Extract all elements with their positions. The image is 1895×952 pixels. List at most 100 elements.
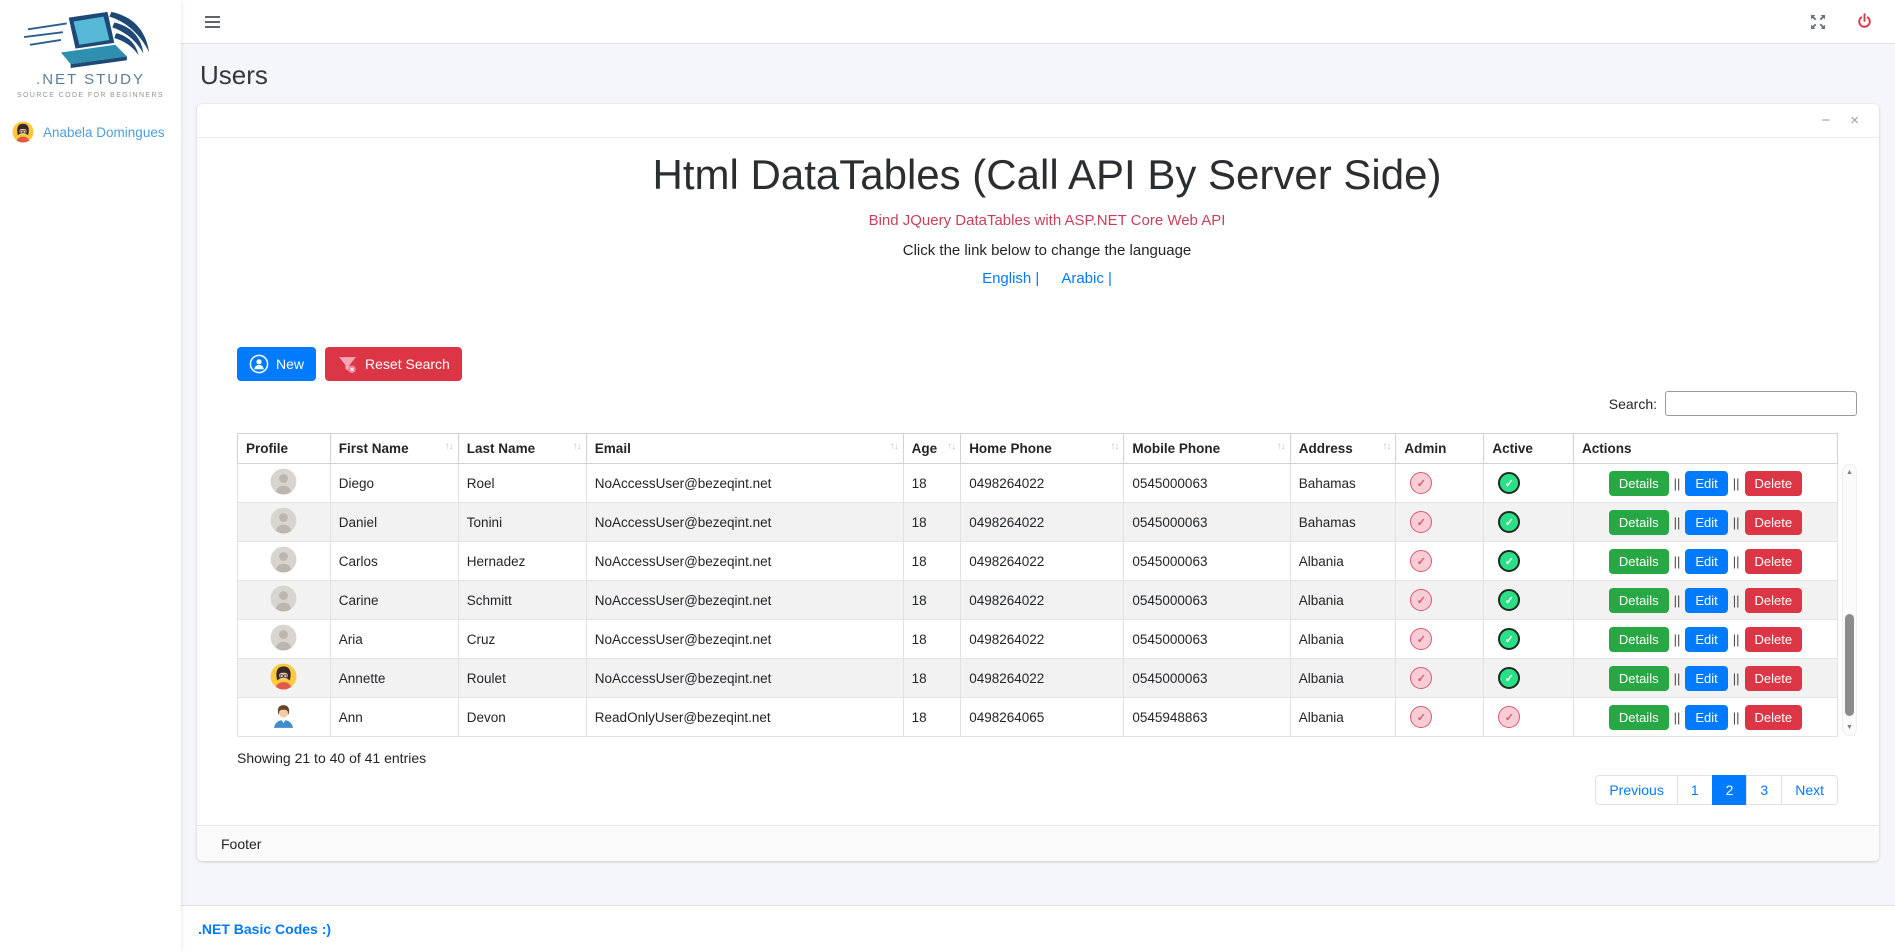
action-separator: || bbox=[1733, 476, 1740, 491]
datatable-subtitle: Bind JQuery DataTables with ASP.NET Core… bbox=[237, 212, 1857, 229]
cell-last-name: Schmitt bbox=[458, 581, 586, 620]
delete-button[interactable]: Delete bbox=[1745, 510, 1803, 535]
delete-button[interactable]: Delete bbox=[1745, 666, 1803, 691]
table-row: Carlos Hernadez NoAccessUser@bezeqint.ne… bbox=[238, 542, 1838, 581]
table-zone: ProfileFirst Name↑↓Last Name↑↓Email↑↓Age… bbox=[237, 433, 1857, 737]
column-header-address[interactable]: Address↑↓ bbox=[1290, 434, 1396, 464]
cell-active: ✓ bbox=[1484, 581, 1574, 620]
table-row: Daniel Tonini NoAccessUser@bezeqint.net … bbox=[238, 503, 1838, 542]
cell-home-phone: 0498264022 bbox=[961, 542, 1124, 581]
delete-button[interactable]: Delete bbox=[1745, 588, 1803, 613]
cell-home-phone: 0498264022 bbox=[961, 464, 1124, 503]
cell-mobile-phone: 0545000063 bbox=[1124, 659, 1290, 698]
card-footer-text: Footer bbox=[221, 836, 261, 852]
column-header-last-name[interactable]: Last Name↑↓ bbox=[458, 434, 586, 464]
delete-button[interactable]: Delete bbox=[1745, 705, 1803, 730]
details-button[interactable]: Details bbox=[1609, 471, 1669, 496]
details-button[interactable]: Details bbox=[1609, 627, 1669, 652]
edit-button[interactable]: Edit bbox=[1685, 510, 1727, 535]
details-button[interactable]: Details bbox=[1609, 705, 1669, 730]
column-header-first-name[interactable]: First Name↑↓ bbox=[330, 434, 458, 464]
edit-button[interactable]: Edit bbox=[1685, 666, 1727, 691]
column-header-profile: Profile bbox=[238, 434, 331, 464]
column-header-active: Active bbox=[1484, 434, 1574, 464]
sort-icon: ↑↓ bbox=[890, 441, 898, 452]
delete-button[interactable]: Delete bbox=[1745, 627, 1803, 652]
column-header-home-phone[interactable]: Home Phone↑↓ bbox=[961, 434, 1124, 464]
footer-link[interactable]: .NET Basic Codes :) bbox=[198, 921, 331, 937]
cell-profile bbox=[238, 698, 331, 737]
scroll-thumb[interactable] bbox=[1845, 614, 1854, 717]
cell-home-phone: 0498264065 bbox=[961, 698, 1124, 737]
close-button[interactable]: × bbox=[1850, 113, 1859, 128]
laptop-logo-icon bbox=[16, 6, 166, 70]
action-separator: || bbox=[1674, 593, 1681, 608]
edit-button[interactable]: Edit bbox=[1685, 627, 1727, 652]
cell-last-name: Hernadez bbox=[458, 542, 586, 581]
delete-button[interactable]: Delete bbox=[1745, 471, 1803, 496]
cell-actions: Details||Edit||Delete bbox=[1573, 503, 1837, 542]
language-link-arabic-[interactable]: Arabic | bbox=[1061, 270, 1112, 287]
new-button[interactable]: New bbox=[237, 347, 316, 381]
language-link-english-[interactable]: English | bbox=[982, 270, 1039, 287]
page-button-1[interactable]: 1 bbox=[1677, 775, 1713, 805]
scroll-up-icon[interactable]: ▲ bbox=[1843, 469, 1856, 476]
logo-title: .NET STUDY bbox=[8, 71, 173, 88]
scroll-down-icon[interactable]: ▼ bbox=[1843, 724, 1856, 731]
app-root: .NET STUDY SOURCE CODE FOR BEGINNERS Ana… bbox=[0, 0, 1895, 952]
pagination: Previous123Next bbox=[1595, 775, 1838, 805]
male-avatar bbox=[270, 702, 297, 729]
edit-button[interactable]: Edit bbox=[1685, 705, 1727, 730]
column-header-email[interactable]: Email↑↓ bbox=[586, 434, 903, 464]
cell-profile bbox=[238, 659, 331, 698]
menu-icon[interactable] bbox=[203, 12, 222, 32]
cell-admin: ✓ bbox=[1396, 503, 1484, 542]
fullscreen-icon[interactable] bbox=[1810, 14, 1826, 30]
pagination-row: Previous123Next bbox=[237, 775, 1857, 805]
sidebar-user-link[interactable]: Anabela Domingues bbox=[0, 111, 181, 153]
sort-icon: ↑↓ bbox=[573, 441, 581, 452]
placeholder-avatar bbox=[270, 507, 297, 534]
column-header-age[interactable]: Age↑↓ bbox=[903, 434, 961, 464]
reset-search-button[interactable]: Reset Search bbox=[325, 347, 462, 381]
power-icon[interactable] bbox=[1856, 13, 1873, 30]
table-scrollbar[interactable]: ▲ ▼ bbox=[1842, 464, 1857, 736]
users-table: ProfileFirst Name↑↓Last Name↑↓Email↑↓Age… bbox=[237, 433, 1838, 737]
edit-button[interactable]: Edit bbox=[1685, 588, 1727, 613]
cell-email: NoAccessUser@bezeqint.net bbox=[586, 581, 903, 620]
minimize-button[interactable]: − bbox=[1821, 113, 1830, 128]
table-header-row: ProfileFirst Name↑↓Last Name↑↓Email↑↓Age… bbox=[238, 434, 1838, 464]
reset-button-label: Reset Search bbox=[365, 356, 450, 372]
cell-admin: ✓ bbox=[1396, 620, 1484, 659]
toolbar: New Reset Search bbox=[237, 347, 1857, 381]
edit-button[interactable]: Edit bbox=[1685, 549, 1727, 574]
cell-first-name: Diego bbox=[330, 464, 458, 503]
cell-active: ✓ bbox=[1484, 698, 1574, 737]
edit-button[interactable]: Edit bbox=[1685, 471, 1727, 496]
cell-first-name: Daniel bbox=[330, 503, 458, 542]
cell-active: ✓ bbox=[1484, 503, 1574, 542]
details-button[interactable]: Details bbox=[1609, 588, 1669, 613]
search-input[interactable] bbox=[1665, 391, 1857, 416]
cell-admin: ✓ bbox=[1396, 581, 1484, 620]
details-button[interactable]: Details bbox=[1609, 549, 1669, 574]
sort-icon: ↑↓ bbox=[445, 441, 453, 452]
action-separator: || bbox=[1674, 476, 1681, 491]
cell-address: Albania bbox=[1290, 698, 1396, 737]
delete-button[interactable]: Delete bbox=[1745, 549, 1803, 574]
details-button[interactable]: Details bbox=[1609, 666, 1669, 691]
column-header-mobile-phone[interactable]: Mobile Phone↑↓ bbox=[1124, 434, 1290, 464]
active-check-icon: ✓ bbox=[1498, 511, 1520, 533]
cell-age: 18 bbox=[903, 464, 961, 503]
page-button-2[interactable]: 2 bbox=[1712, 775, 1748, 805]
admin-check-icon: ✓ bbox=[1410, 706, 1432, 728]
table-info: Showing 21 to 40 of 41 entries bbox=[237, 750, 1857, 766]
main-area: Users − × Html DataTables (Call API By S… bbox=[181, 0, 1895, 952]
page-button-3[interactable]: 3 bbox=[1746, 775, 1782, 805]
page-button-next[interactable]: Next bbox=[1781, 775, 1838, 805]
details-button[interactable]: Details bbox=[1609, 510, 1669, 535]
cell-home-phone: 0498264022 bbox=[961, 620, 1124, 659]
page-button-previous[interactable]: Previous bbox=[1595, 775, 1677, 805]
user-name: Anabela Domingues bbox=[43, 125, 165, 140]
new-button-label: New bbox=[276, 356, 304, 372]
